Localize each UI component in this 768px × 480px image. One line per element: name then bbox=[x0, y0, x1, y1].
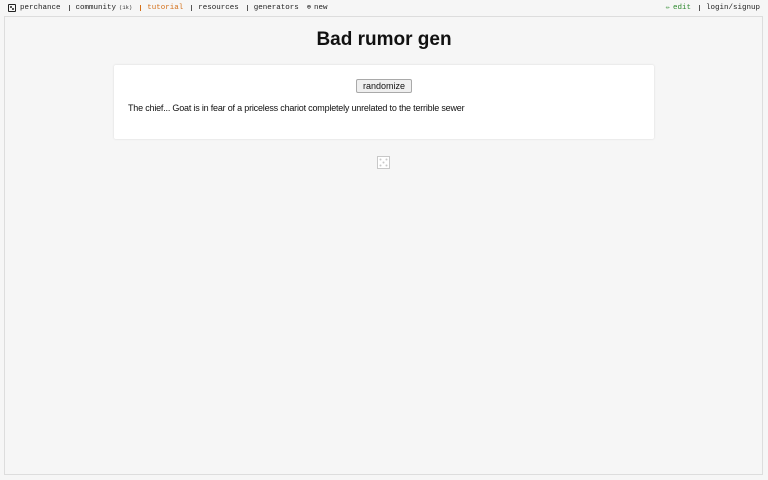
generators-icon bbox=[246, 5, 250, 11]
rumor-output: The chief... Goat is in fear of a pricel… bbox=[128, 103, 465, 113]
nav-generators-label: generators bbox=[253, 4, 299, 12]
nav-edit-label: edit bbox=[672, 4, 691, 12]
tutorial-icon bbox=[140, 5, 143, 11]
generator-card: randomize The chief... Goat is in fear o… bbox=[114, 65, 654, 139]
nav-brand-link[interactable]: perchance bbox=[8, 0, 61, 16]
nav-right: ✏ edit login/signup bbox=[658, 0, 760, 16]
top-nav-bar: perchance community (1k) tutorial resour… bbox=[0, 0, 768, 16]
nav-edit-link[interactable]: ✏ edit bbox=[666, 0, 691, 16]
community-icon bbox=[68, 5, 72, 11]
pencil-icon: ✏ bbox=[665, 3, 670, 12]
nav-community-link[interactable]: community (1k) bbox=[68, 0, 133, 16]
nav-tutorial-label: tutorial bbox=[147, 4, 184, 12]
nav-generators-link[interactable]: generators bbox=[246, 0, 299, 16]
nav-login-link[interactable]: login/signup bbox=[698, 0, 760, 16]
nav-resources-label: resources bbox=[198, 4, 239, 12]
dice-logo-icon bbox=[8, 4, 16, 12]
nav-brand-label: perchance bbox=[20, 4, 61, 12]
resources-icon bbox=[191, 5, 194, 11]
nav-new-link[interactable]: ⊕ new bbox=[307, 0, 328, 16]
randomize-button[interactable]: randomize bbox=[356, 79, 412, 93]
plus-circle-icon: ⊕ bbox=[306, 3, 311, 12]
nav-community-label: community bbox=[75, 4, 117, 12]
nav-new-label: new bbox=[314, 4, 328, 12]
page-title: Bad rumor gen bbox=[316, 29, 452, 50]
nav-left: perchance community (1k) tutorial resour… bbox=[8, 0, 336, 16]
nav-login-label: login/signup bbox=[705, 4, 760, 12]
community-count-badge: (1k) bbox=[119, 4, 133, 11]
nav-tutorial-link[interactable]: tutorial bbox=[140, 0, 183, 16]
user-icon bbox=[698, 5, 702, 11]
dice-footer-icon[interactable] bbox=[377, 156, 390, 169]
nav-resources-link[interactable]: resources bbox=[191, 0, 239, 16]
